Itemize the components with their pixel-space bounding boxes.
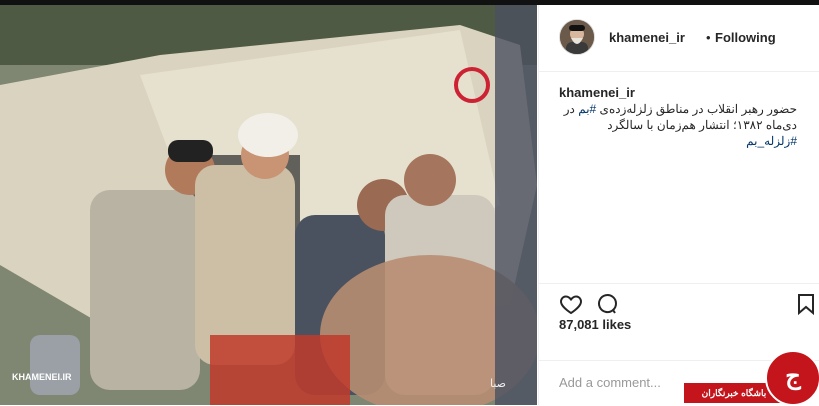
hashtag-link[interactable]: #بم bbox=[578, 102, 596, 116]
photo-watermark: KHAMENEI.IR bbox=[12, 372, 72, 382]
post-photo[interactable]: KHAMENEI.IR صبا bbox=[0, 5, 537, 405]
caption-username[interactable]: khamenei_ir bbox=[559, 85, 635, 100]
caption-text: حضور رهبر انقلاب در مناطق زلزله‌زده‌ی #ب… bbox=[557, 101, 797, 149]
post-details-panel: khamenei_ir • Following khamenei_ir حضور… bbox=[538, 5, 819, 405]
action-bar bbox=[539, 283, 819, 344]
heart-icon[interactable] bbox=[559, 292, 583, 316]
hashtag-link-2[interactable]: #زلزله_بم bbox=[746, 134, 797, 148]
following-button[interactable]: Following bbox=[715, 30, 776, 45]
post-photo-illustration bbox=[0, 5, 537, 405]
photo-signature: صبا bbox=[490, 377, 507, 390]
post-header: khamenei_ir • Following bbox=[539, 5, 819, 72]
avatar-image bbox=[560, 20, 594, 54]
likes-count[interactable]: 87,081 likes bbox=[559, 317, 631, 332]
comment-icon[interactable] bbox=[595, 292, 619, 316]
separator-dot: • bbox=[706, 30, 711, 45]
caption-text-part1: حضور رهبر انقلاب در مناطق زلزله‌زده‌ی bbox=[596, 102, 797, 116]
avatar[interactable] bbox=[559, 19, 595, 55]
site-logo: ج bbox=[765, 350, 819, 406]
bookmark-icon[interactable] bbox=[794, 292, 818, 316]
comment-input[interactable]: Add a comment... bbox=[559, 375, 661, 390]
username-link[interactable]: khamenei_ir bbox=[609, 30, 685, 45]
